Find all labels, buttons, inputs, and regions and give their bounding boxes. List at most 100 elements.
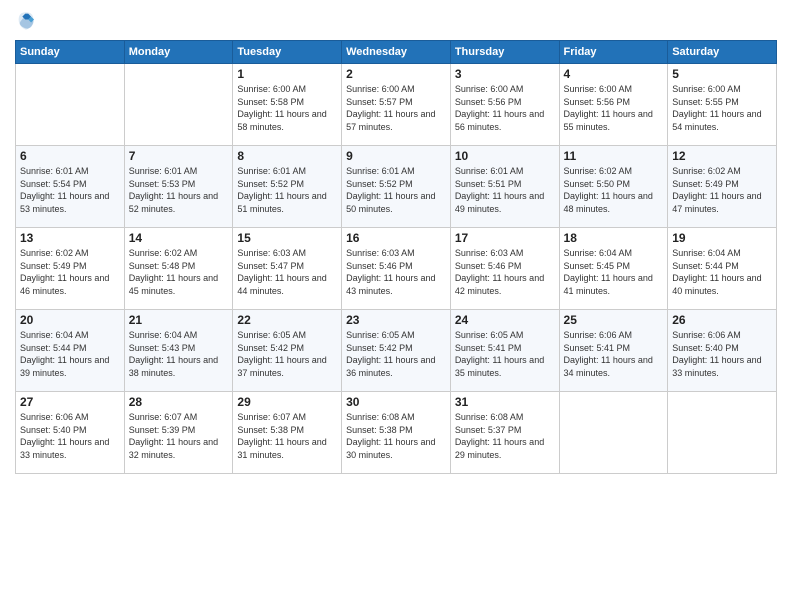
day-info: Sunrise: 6:06 AM Sunset: 5:40 PM Dayligh… <box>20 411 120 461</box>
day-number: 27 <box>20 395 120 409</box>
day-info: Sunrise: 6:07 AM Sunset: 5:39 PM Dayligh… <box>129 411 229 461</box>
weekday-wednesday: Wednesday <box>342 41 451 64</box>
day-cell: 5 Sunrise: 6:00 AM Sunset: 5:55 PM Daylig… <box>668 64 777 146</box>
day-number: 11 <box>564 149 664 163</box>
day-cell: 27 Sunrise: 6:06 AM Sunset: 5:40 PM Dayli… <box>16 392 125 474</box>
day-cell: 11 Sunrise: 6:02 AM Sunset: 5:50 PM Dayli… <box>559 146 668 228</box>
day-number: 3 <box>455 67 555 81</box>
day-cell: 21 Sunrise: 6:04 AM Sunset: 5:43 PM Dayli… <box>124 310 233 392</box>
day-cell: 29 Sunrise: 6:07 AM Sunset: 5:38 PM Dayli… <box>233 392 342 474</box>
weekday-sunday: Sunday <box>16 41 125 64</box>
day-number: 4 <box>564 67 664 81</box>
day-number: 30 <box>346 395 446 409</box>
day-number: 25 <box>564 313 664 327</box>
day-number: 20 <box>20 313 120 327</box>
day-number: 8 <box>237 149 337 163</box>
day-info: Sunrise: 6:07 AM Sunset: 5:38 PM Dayligh… <box>237 411 337 461</box>
week-row-5: 27 Sunrise: 6:06 AM Sunset: 5:40 PM Dayli… <box>16 392 777 474</box>
day-cell <box>668 392 777 474</box>
day-info: Sunrise: 6:01 AM Sunset: 5:53 PM Dayligh… <box>129 165 229 215</box>
day-number: 18 <box>564 231 664 245</box>
day-cell: 28 Sunrise: 6:07 AM Sunset: 5:39 PM Dayli… <box>124 392 233 474</box>
day-number: 22 <box>237 313 337 327</box>
day-cell <box>559 392 668 474</box>
day-cell: 17 Sunrise: 6:03 AM Sunset: 5:46 PM Dayli… <box>450 228 559 310</box>
day-cell: 8 Sunrise: 6:01 AM Sunset: 5:52 PM Daylig… <box>233 146 342 228</box>
day-cell: 24 Sunrise: 6:05 AM Sunset: 5:41 PM Dayli… <box>450 310 559 392</box>
day-info: Sunrise: 6:06 AM Sunset: 5:40 PM Dayligh… <box>672 329 772 379</box>
weekday-friday: Friday <box>559 41 668 64</box>
day-cell <box>16 64 125 146</box>
logo <box>15 10 41 32</box>
day-info: Sunrise: 6:04 AM Sunset: 5:43 PM Dayligh… <box>129 329 229 379</box>
day-number: 9 <box>346 149 446 163</box>
day-number: 31 <box>455 395 555 409</box>
day-cell: 7 Sunrise: 6:01 AM Sunset: 5:53 PM Daylig… <box>124 146 233 228</box>
day-cell: 6 Sunrise: 6:01 AM Sunset: 5:54 PM Daylig… <box>16 146 125 228</box>
day-number: 13 <box>20 231 120 245</box>
day-cell: 23 Sunrise: 6:05 AM Sunset: 5:42 PM Dayli… <box>342 310 451 392</box>
day-info: Sunrise: 6:00 AM Sunset: 5:57 PM Dayligh… <box>346 83 446 133</box>
day-cell: 18 Sunrise: 6:04 AM Sunset: 5:45 PM Dayli… <box>559 228 668 310</box>
week-row-2: 6 Sunrise: 6:01 AM Sunset: 5:54 PM Daylig… <box>16 146 777 228</box>
header <box>15 10 777 32</box>
day-info: Sunrise: 6:04 AM Sunset: 5:45 PM Dayligh… <box>564 247 664 297</box>
day-info: Sunrise: 6:00 AM Sunset: 5:58 PM Dayligh… <box>237 83 337 133</box>
day-info: Sunrise: 6:00 AM Sunset: 5:56 PM Dayligh… <box>564 83 664 133</box>
day-cell: 4 Sunrise: 6:00 AM Sunset: 5:56 PM Daylig… <box>559 64 668 146</box>
day-cell <box>124 64 233 146</box>
day-info: Sunrise: 6:01 AM Sunset: 5:54 PM Dayligh… <box>20 165 120 215</box>
day-info: Sunrise: 6:02 AM Sunset: 5:48 PM Dayligh… <box>129 247 229 297</box>
day-number: 16 <box>346 231 446 245</box>
day-info: Sunrise: 6:00 AM Sunset: 5:55 PM Dayligh… <box>672 83 772 133</box>
day-info: Sunrise: 6:08 AM Sunset: 5:37 PM Dayligh… <box>455 411 555 461</box>
day-info: Sunrise: 6:05 AM Sunset: 5:41 PM Dayligh… <box>455 329 555 379</box>
day-number: 2 <box>346 67 446 81</box>
day-cell: 2 Sunrise: 6:00 AM Sunset: 5:57 PM Daylig… <box>342 64 451 146</box>
day-info: Sunrise: 6:04 AM Sunset: 5:44 PM Dayligh… <box>20 329 120 379</box>
weekday-saturday: Saturday <box>668 41 777 64</box>
day-cell: 20 Sunrise: 6:04 AM Sunset: 5:44 PM Dayli… <box>16 310 125 392</box>
day-info: Sunrise: 6:06 AM Sunset: 5:41 PM Dayligh… <box>564 329 664 379</box>
day-number: 17 <box>455 231 555 245</box>
day-number: 7 <box>129 149 229 163</box>
logo-icon <box>15 10 37 32</box>
day-info: Sunrise: 6:01 AM Sunset: 5:52 PM Dayligh… <box>237 165 337 215</box>
day-cell: 13 Sunrise: 6:02 AM Sunset: 5:49 PM Dayli… <box>16 228 125 310</box>
day-cell: 30Sunrise: 6:08 AM Sunset: 5:38 PM Dayli… <box>342 392 451 474</box>
day-info: Sunrise: 6:03 AM Sunset: 5:46 PM Dayligh… <box>455 247 555 297</box>
day-cell: 3 Sunrise: 6:00 AM Sunset: 5:56 PM Daylig… <box>450 64 559 146</box>
day-info: Sunrise: 6:03 AM Sunset: 5:47 PM Dayligh… <box>237 247 337 297</box>
day-info: Sunrise: 6:01 AM Sunset: 5:51 PM Dayligh… <box>455 165 555 215</box>
day-number: 5 <box>672 67 772 81</box>
day-cell: 9 Sunrise: 6:01 AM Sunset: 5:52 PM Daylig… <box>342 146 451 228</box>
weekday-thursday: Thursday <box>450 41 559 64</box>
day-cell: 15 Sunrise: 6:03 AM Sunset: 5:47 PM Dayli… <box>233 228 342 310</box>
day-number: 21 <box>129 313 229 327</box>
day-info: Sunrise: 6:01 AM Sunset: 5:52 PM Dayligh… <box>346 165 446 215</box>
day-info: Sunrise: 6:04 AM Sunset: 5:44 PM Dayligh… <box>672 247 772 297</box>
day-number: 29 <box>237 395 337 409</box>
day-number: 10 <box>455 149 555 163</box>
day-cell: 19Sunrise: 6:04 AM Sunset: 5:44 PM Dayli… <box>668 228 777 310</box>
day-cell: 31 Sunrise: 6:08 AM Sunset: 5:37 PM Dayli… <box>450 392 559 474</box>
day-info: Sunrise: 6:02 AM Sunset: 5:49 PM Dayligh… <box>20 247 120 297</box>
day-info: Sunrise: 6:05 AM Sunset: 5:42 PM Dayligh… <box>237 329 337 379</box>
day-cell: 10 Sunrise: 6:01 AM Sunset: 5:51 PM Dayli… <box>450 146 559 228</box>
day-number: 1 <box>237 67 337 81</box>
week-row-4: 20 Sunrise: 6:04 AM Sunset: 5:44 PM Dayli… <box>16 310 777 392</box>
day-number: 23 <box>346 313 446 327</box>
day-number: 6 <box>20 149 120 163</box>
day-number: 24 <box>455 313 555 327</box>
calendar-page: SundayMondayTuesdayWednesdayThursdayFrid… <box>0 0 792 612</box>
day-number: 28 <box>129 395 229 409</box>
day-info: Sunrise: 6:05 AM Sunset: 5:42 PM Dayligh… <box>346 329 446 379</box>
day-info: Sunrise: 6:02 AM Sunset: 5:50 PM Dayligh… <box>564 165 664 215</box>
day-cell: 26Sunrise: 6:06 AM Sunset: 5:40 PM Dayli… <box>668 310 777 392</box>
day-number: 14 <box>129 231 229 245</box>
weekday-header-row: SundayMondayTuesdayWednesdayThursdayFrid… <box>16 41 777 64</box>
day-cell: 12Sunrise: 6:02 AM Sunset: 5:49 PM Dayli… <box>668 146 777 228</box>
day-number: 15 <box>237 231 337 245</box>
day-info: Sunrise: 6:00 AM Sunset: 5:56 PM Dayligh… <box>455 83 555 133</box>
day-number: 12 <box>672 149 772 163</box>
